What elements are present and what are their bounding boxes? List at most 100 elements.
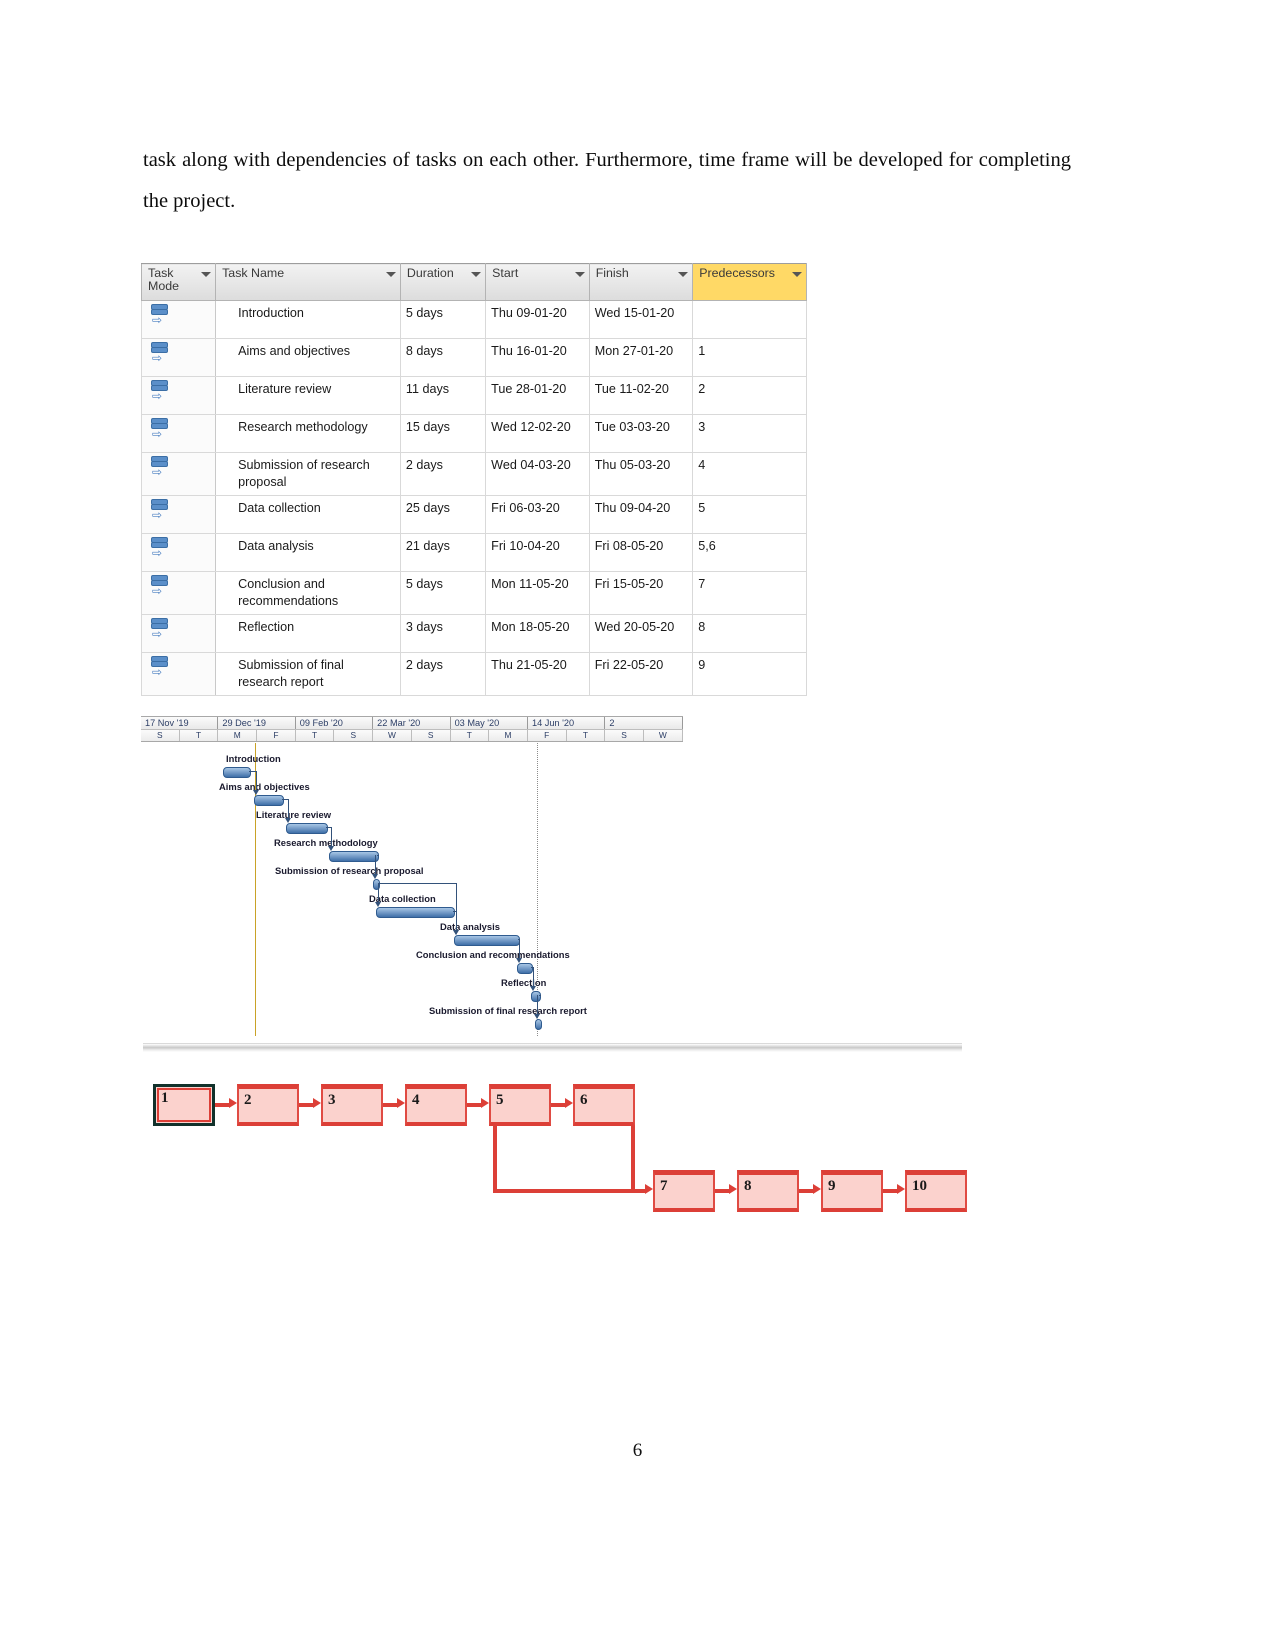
cell-start[interactable]: Fri 06-03-20 xyxy=(485,495,590,534)
cell-start[interactable]: Fri 10-04-20 xyxy=(485,533,590,572)
cell-name[interactable]: Research methodology xyxy=(215,414,401,453)
cell-dur[interactable]: 11 days xyxy=(399,376,487,415)
cell-start[interactable]: Tue 28-01-20 xyxy=(485,376,590,415)
table-row[interactable]: ⇨ Aims and objectives 8 days Thu 16-01-20 Mo… xyxy=(140,338,807,377)
chevron-down-icon[interactable] xyxy=(792,272,802,277)
task-mode-cell[interactable]: ⇨ xyxy=(140,495,217,534)
task-mode-cell[interactable]: ⇨ xyxy=(140,414,217,453)
gantt-task-bar[interactable] xyxy=(517,963,533,974)
cell-pred[interactable]: 2 xyxy=(692,376,807,415)
task-mode-cell[interactable]: ⇨ xyxy=(140,452,217,496)
cell-start[interactable]: Mon 11-05-20 xyxy=(485,571,590,615)
cell-finish[interactable]: Fri 22-05-20 xyxy=(588,652,694,696)
network-node[interactable]: 4 xyxy=(405,1084,467,1126)
chevron-down-icon[interactable] xyxy=(471,272,482,277)
cell-start[interactable]: Wed 04-03-20 xyxy=(485,452,590,496)
task-mode-cell[interactable]: ⇨ xyxy=(140,652,217,696)
network-node[interactable]: 3 xyxy=(321,1084,383,1126)
cell-name[interactable]: Reflection xyxy=(215,614,401,653)
cell-finish[interactable]: Tue 11-02-20 xyxy=(588,376,694,415)
cell-dur[interactable]: 21 days xyxy=(399,533,487,572)
network-node[interactable]: 10 xyxy=(905,1170,967,1212)
network-node[interactable]: 9 xyxy=(821,1170,883,1212)
table-row[interactable]: ⇨ Reflection 3 days Mon 18-05-20 Wed 20-05-2… xyxy=(140,614,807,653)
cell-dur[interactable]: 5 days xyxy=(399,571,487,615)
gantt-task-bar[interactable] xyxy=(535,1019,542,1030)
column-header-mode[interactable]: Task Mode xyxy=(140,263,217,301)
gantt-task-bar[interactable] xyxy=(223,767,251,778)
task-mode-cell[interactable]: ⇨ xyxy=(140,338,217,377)
table-row[interactable]: ⇨ Submission of research proposal 2 days We… xyxy=(140,452,807,496)
table-row[interactable]: ⇨ Introduction 5 days Thu 09-01-20 Wed 15-01… xyxy=(140,300,807,339)
chevron-down-icon[interactable] xyxy=(574,272,585,277)
cell-name[interactable]: Data collection xyxy=(215,495,401,534)
gantt-task-bar[interactable] xyxy=(454,935,520,946)
cell-pred[interactable]: 5,6 xyxy=(692,533,807,572)
cell-start[interactable]: Wed 12-02-20 xyxy=(485,414,590,453)
cell-finish[interactable]: Mon 27-01-20 xyxy=(588,338,694,377)
cell-name[interactable]: Submission of research proposal xyxy=(215,452,401,496)
task-mode-cell[interactable]: ⇨ xyxy=(140,376,217,415)
chevron-down-icon[interactable] xyxy=(201,272,212,277)
cell-finish[interactable]: Thu 09-04-20 xyxy=(588,495,694,534)
gantt-task-bar[interactable] xyxy=(254,795,284,806)
cell-pred[interactable]: 9 xyxy=(692,652,807,696)
cell-finish[interactable]: Fri 15-05-20 xyxy=(588,571,694,615)
cell-name[interactable]: Introduction xyxy=(215,300,401,339)
column-header-pred[interactable]: Predecessors xyxy=(692,263,807,301)
cell-name[interactable]: Literature review xyxy=(215,376,401,415)
table-row[interactable]: ⇨ Literature review 11 days Tue 28-01-20 Tue… xyxy=(140,376,807,415)
gantt-task-bar[interactable] xyxy=(329,851,379,862)
task-mode-cell[interactable]: ⇨ xyxy=(140,571,217,615)
network-node[interactable]: 5 xyxy=(489,1084,551,1126)
cell-dur[interactable]: 2 days xyxy=(399,452,487,496)
column-header-finish[interactable]: Finish xyxy=(588,263,694,301)
table-row[interactable]: ⇨ Conclusion and recommendations 5 days Mon… xyxy=(140,571,807,615)
cell-pred[interactable]: 5 xyxy=(692,495,807,534)
cell-start[interactable]: Mon 18-05-20 xyxy=(485,614,590,653)
chevron-down-icon[interactable] xyxy=(385,272,396,277)
task-mode-cell[interactable]: ⇨ xyxy=(140,300,217,339)
gantt-task-bar[interactable] xyxy=(286,823,328,834)
table-row[interactable]: ⇨ Research methodology 15 days Wed 12-02-20… xyxy=(140,414,807,453)
cell-dur[interactable]: 25 days xyxy=(399,495,487,534)
chevron-down-icon[interactable] xyxy=(678,272,689,277)
cell-dur[interactable]: 15 days xyxy=(399,414,487,453)
cell-dur[interactable]: 3 days xyxy=(399,614,487,653)
task-mode-cell[interactable]: ⇨ xyxy=(140,614,217,653)
cell-dur[interactable]: 2 days xyxy=(399,652,487,696)
gantt-task-bar[interactable] xyxy=(531,991,541,1002)
cell-finish[interactable]: Wed 20-05-20 xyxy=(588,614,694,653)
cell-start[interactable]: Thu 16-01-20 xyxy=(485,338,590,377)
task-mode-cell[interactable]: ⇨ xyxy=(140,533,217,572)
column-header-dur[interactable]: Duration xyxy=(399,263,487,301)
network-node[interactable]: 8 xyxy=(737,1170,799,1212)
network-node[interactable]: 6 xyxy=(573,1084,635,1126)
network-node[interactable]: 2 xyxy=(237,1084,299,1126)
cell-name[interactable]: Data analysis xyxy=(215,533,401,572)
cell-pred[interactable]: 4 xyxy=(692,452,807,496)
table-row[interactable]: ⇨ Data collection 25 days Fri 06-03-20 Thu 0… xyxy=(140,495,807,534)
network-node[interactable]: 1 xyxy=(153,1084,215,1126)
cell-name[interactable]: Aims and objectives xyxy=(215,338,401,377)
cell-pred[interactable]: 1 xyxy=(692,338,807,377)
cell-finish[interactable]: Fri 08-05-20 xyxy=(588,533,694,572)
table-row[interactable]: ⇨ Data analysis 21 days Fri 10-04-20 Fri 08-… xyxy=(140,533,807,572)
network-node[interactable]: 7 xyxy=(653,1170,715,1212)
cell-dur[interactable]: 8 days xyxy=(399,338,487,377)
gantt-task-bar[interactable] xyxy=(376,907,455,918)
cell-start[interactable]: Thu 21-05-20 xyxy=(485,652,590,696)
cell-pred[interactable] xyxy=(692,300,807,339)
column-header-name[interactable]: Task Name xyxy=(215,263,401,301)
cell-pred[interactable]: 8 xyxy=(692,614,807,653)
cell-name[interactable]: Conclusion and recommendations xyxy=(215,571,401,615)
column-header-start[interactable]: Start xyxy=(485,263,590,301)
table-row[interactable]: ⇨ Submission of final research report 2 da… xyxy=(140,652,807,696)
cell-finish[interactable]: Wed 15-01-20 xyxy=(588,300,694,339)
cell-start[interactable]: Thu 09-01-20 xyxy=(485,300,590,339)
cell-finish[interactable]: Tue 03-03-20 xyxy=(588,414,694,453)
cell-finish[interactable]: Thu 05-03-20 xyxy=(588,452,694,496)
cell-name[interactable]: Submission of final research report xyxy=(215,652,401,696)
cell-pred[interactable]: 7 xyxy=(692,571,807,615)
cell-pred[interactable]: 3 xyxy=(692,414,807,453)
